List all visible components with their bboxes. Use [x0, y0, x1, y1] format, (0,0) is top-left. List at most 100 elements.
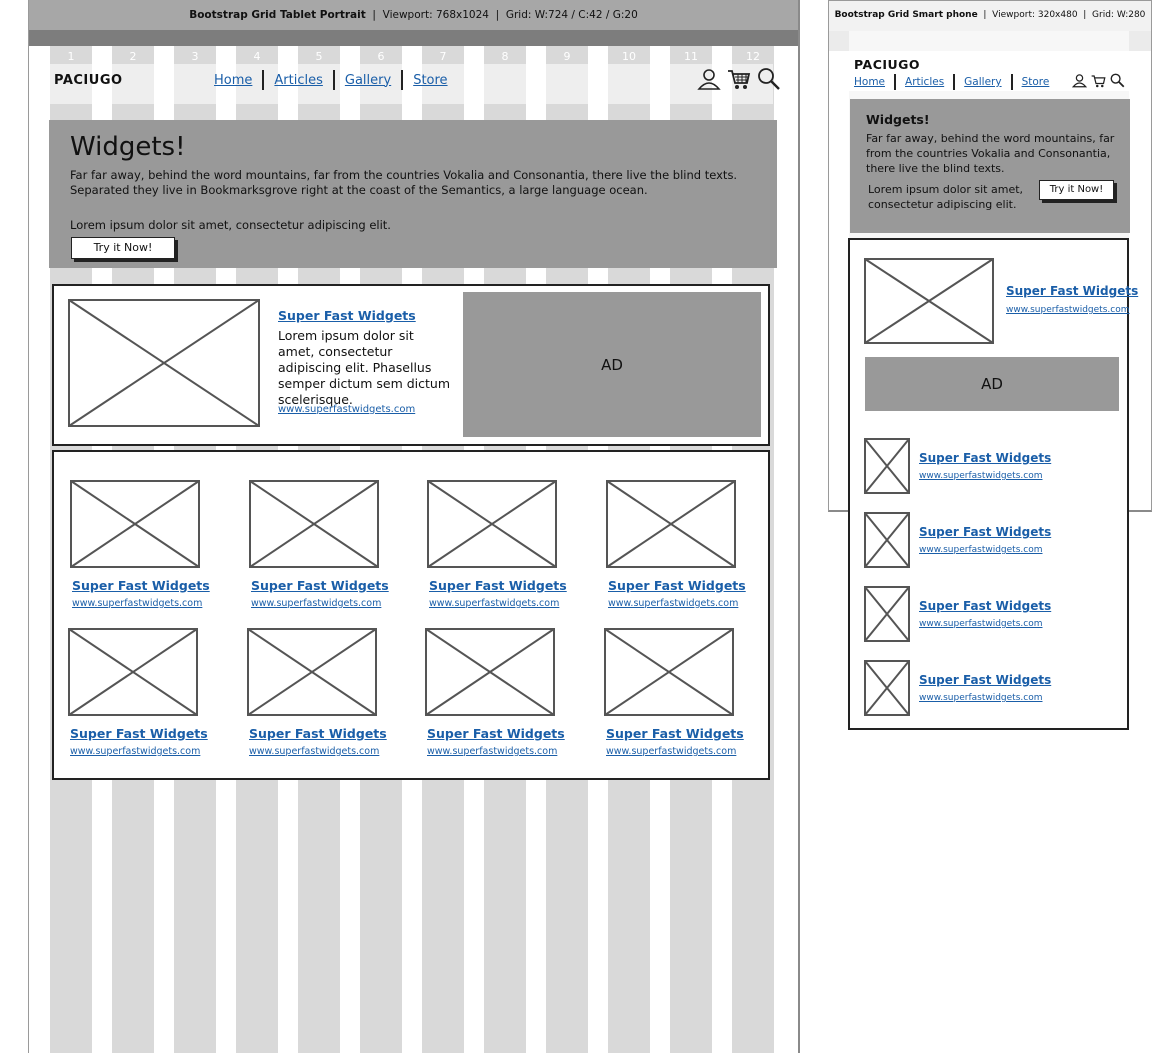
phone-hero-text: Far far away, behind the word mountains,… — [866, 132, 1115, 175]
phone-product-title-link[interactable]: Super Fast Widgets — [919, 673, 1051, 687]
phone-hero-section: Widgets! Far far away, behind the word m… — [850, 99, 1130, 233]
column-number: 4 — [253, 50, 261, 63]
phone-nav-home[interactable]: Home — [854, 76, 885, 88]
nav-articles[interactable]: Articles — [274, 73, 322, 88]
product-url-link[interactable]: www.superfastwidgets.com — [606, 746, 736, 757]
phone-product-url-link[interactable]: www.superfastwidgets.com — [919, 619, 1043, 629]
nav-gallery[interactable]: Gallery — [345, 73, 391, 88]
column-number: 2 — [129, 50, 137, 63]
phone-product-title-link[interactable]: Super Fast Widgets — [919, 451, 1051, 465]
nav-divider — [1010, 74, 1013, 90]
tablet-viewport-spec: Viewport: 768x1024 — [382, 9, 489, 21]
phone-viewport-spec: Viewport: 320x480 — [992, 10, 1078, 20]
phone-nav-store[interactable]: Store — [1022, 76, 1050, 88]
nav-divider — [262, 70, 265, 90]
phone-nav-gallery[interactable]: Gallery — [964, 76, 1001, 88]
column-number: 3 — [191, 50, 199, 63]
tablet-grid-spec: Grid: W:724 / C:42 / G:20 — [505, 9, 638, 21]
grid-header-band — [29, 30, 798, 46]
product-image-placeholder — [68, 628, 198, 716]
product-title-link[interactable]: Super Fast Widgets — [72, 578, 210, 593]
product-title-link[interactable]: Super Fast Widgets — [249, 726, 387, 741]
search-icon[interactable] — [1110, 73, 1125, 88]
cart-icon[interactable] — [1091, 74, 1106, 88]
phone-product-image-placeholder — [864, 660, 910, 716]
phone-hero-lorem: Lorem ipsum dolor sit amet, consectetur … — [868, 183, 1024, 211]
header-icons — [697, 67, 781, 91]
column-number: 12 — [746, 50, 760, 63]
hero-text: Far far away, behind the word mountains,… — [70, 168, 738, 197]
product-image-placeholder — [247, 628, 377, 716]
column-number: 1 — [67, 50, 75, 63]
feature-image-placeholder — [68, 299, 260, 427]
user-icon[interactable] — [697, 67, 721, 91]
product-url-link[interactable]: www.superfastwidgets.com — [72, 598, 202, 609]
product-url-link[interactable]: www.superfastwidgets.com — [70, 746, 200, 757]
column-number: 10 — [622, 50, 636, 63]
phone-frame-titlebar: Bootstrap Grid Smart phone | Viewport: 3… — [829, 1, 1151, 31]
phone-frame-name: Bootstrap Grid Smart phone — [834, 10, 978, 20]
phone-product-url-link[interactable]: www.superfastwidgets.com — [919, 693, 1043, 703]
nav-divider — [401, 70, 404, 90]
product-title-link[interactable]: Super Fast Widgets — [251, 578, 389, 593]
nav-store[interactable]: Store — [413, 73, 447, 88]
product-url-link[interactable]: www.superfastwidgets.com — [249, 746, 379, 757]
phone-nav-articles[interactable]: Articles — [905, 76, 944, 88]
nav-divider — [894, 74, 897, 90]
phone-feature-title-link[interactable]: Super Fast Widgets — [1006, 284, 1138, 298]
product-image-placeholder — [427, 480, 557, 568]
tablet-frame: Bootstrap Grid Tablet Portrait | Viewpor… — [28, 0, 800, 1053]
phone-product-url-link[interactable]: www.superfastwidgets.com — [919, 545, 1043, 555]
product-image-placeholder — [425, 628, 555, 716]
tablet-frame-titlebar: Bootstrap Grid Tablet Portrait | Viewpor… — [29, 0, 798, 30]
nav-home[interactable]: Home — [214, 73, 252, 88]
hero-title: Widgets! — [70, 132, 186, 162]
user-icon[interactable] — [1072, 73, 1087, 88]
main-nav: Home Articles Gallery Store — [214, 70, 448, 90]
phone-product-url-link[interactable]: www.superfastwidgets.com — [919, 471, 1043, 481]
phone-header-icons — [1072, 73, 1125, 88]
phone-main-nav: Home Articles Gallery Store — [854, 74, 1049, 90]
column-number: 7 — [439, 50, 447, 63]
phone-ad-placeholder[interactable]: AD — [865, 357, 1119, 411]
search-icon[interactable] — [757, 67, 781, 91]
phone-product-title-link[interactable]: Super Fast Widgets — [919, 599, 1051, 613]
column-number: 11 — [684, 50, 698, 63]
product-image-placeholder — [604, 628, 734, 716]
phone-product-image-placeholder — [864, 586, 910, 642]
product-title-link[interactable]: Super Fast Widgets — [606, 726, 744, 741]
feature-url-link[interactable]: www.superfastwidgets.com — [278, 404, 415, 415]
product-title-link[interactable]: Super Fast Widgets — [70, 726, 208, 741]
product-title-link[interactable]: Super Fast Widgets — [429, 578, 567, 593]
product-image-placeholder — [606, 480, 736, 568]
hero-lorem: Lorem ipsum dolor sit amet, consectetur … — [70, 218, 391, 232]
phone-feature-image-placeholder — [864, 258, 994, 344]
product-title-link[interactable]: Super Fast Widgets — [427, 726, 565, 741]
phone-product-image-placeholder — [864, 438, 910, 494]
phone-product-image-placeholder — [864, 512, 910, 568]
phone-frame-title: Bootstrap Grid Smart phone | Viewport: 3… — [834, 10, 1146, 20]
phone-grid-spec: Grid: W:280 — [1092, 10, 1146, 20]
ad-placeholder[interactable]: AD — [463, 292, 761, 437]
brand-logo[interactable]: PACIUGO — [54, 73, 123, 88]
product-url-link[interactable]: www.superfastwidgets.com — [429, 598, 559, 609]
tablet-frame-title: Bootstrap Grid Tablet Portrait | Viewpor… — [189, 9, 638, 21]
column-number: 8 — [501, 50, 509, 63]
product-image-placeholder — [70, 480, 200, 568]
column-number: 6 — [377, 50, 385, 63]
nav-divider — [953, 74, 956, 90]
phone-brand-logo[interactable]: PACIUGO — [854, 57, 920, 72]
column-number: 9 — [563, 50, 571, 63]
product-url-link[interactable]: www.superfastwidgets.com — [251, 598, 381, 609]
phone-product-title-link[interactable]: Super Fast Widgets — [919, 525, 1051, 539]
product-url-link[interactable]: www.superfastwidgets.com — [427, 746, 557, 757]
try-it-now-button[interactable]: Try it Now! — [71, 237, 175, 259]
phone-feature-url-link[interactable]: www.superfastwidgets.com — [1006, 305, 1130, 315]
feature-title-link[interactable]: Super Fast Widgets — [278, 308, 416, 323]
cart-icon[interactable] — [727, 68, 751, 90]
product-image-placeholder — [249, 480, 379, 568]
phone-try-it-now-button[interactable]: Try it Now! — [1039, 180, 1114, 200]
column-number: 5 — [315, 50, 323, 63]
product-title-link[interactable]: Super Fast Widgets — [608, 578, 746, 593]
product-url-link[interactable]: www.superfastwidgets.com — [608, 598, 738, 609]
